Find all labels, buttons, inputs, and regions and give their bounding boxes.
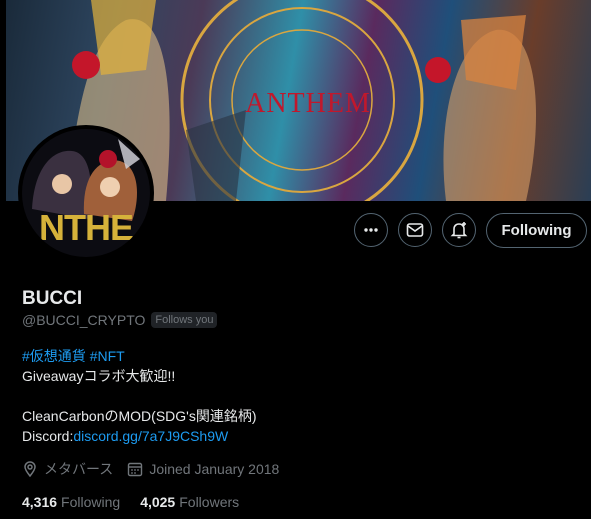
location-pin-icon [24, 461, 36, 477]
followers-count: 4,025 [140, 494, 176, 510]
bio-hashtags-line: #仮想通貨 #NFT [22, 346, 257, 366]
profile-bio: #仮想通貨 #NFT Giveawayコラボ大歓迎!! CleanCarbonの… [22, 346, 257, 446]
discord-label: Discord: [22, 428, 74, 444]
followers-stat[interactable]: 4,025 Followers [140, 494, 239, 510]
follows-you-badge: Follows you [151, 312, 218, 328]
following-stat[interactable]: 4,316 Following [22, 494, 120, 510]
profile-meta: メタバース Joined January 2018 [22, 459, 279, 479]
calendar-icon [128, 462, 143, 477]
display-name: BUCCI [22, 288, 83, 309]
handle-row: @BUCCI_CRYPTO Follows you [22, 312, 218, 328]
avatar-logo-text: NTHE [39, 207, 134, 248]
bell-plus-icon [450, 222, 468, 239]
banner-title: ANTHEM [245, 88, 371, 119]
bio-discord-line: Discord:discord.gg/7a7J9CSh9W [22, 426, 257, 446]
hashtag-link[interactable]: #仮想通貨 [22, 348, 86, 364]
bio-line: CleanCarbonのMOD(SDG's関連銘柄) [22, 408, 257, 424]
bio-spacer [22, 386, 257, 406]
following-stat-label: Following [61, 494, 121, 510]
more-horizontal-icon [364, 228, 378, 232]
notifications-button[interactable] [442, 213, 476, 247]
bio-line: Giveawayコラボ大歓迎!! [22, 368, 176, 384]
username: @BUCCI_CRYPTO [22, 312, 146, 328]
location-text: メタバース [44, 461, 114, 477]
following-count: 4,316 [22, 494, 58, 510]
more-button[interactable] [354, 213, 388, 247]
envelope-icon [406, 223, 424, 237]
following-button[interactable]: Following [486, 213, 587, 248]
avatar[interactable]: NTHE [22, 129, 150, 257]
joined-text: Joined January 2018 [149, 461, 280, 477]
follow-stats: 4,316 Following 4,025 Followers [22, 494, 239, 510]
location-item: メタバース [22, 459, 113, 479]
joined-item: Joined January 2018 [127, 461, 279, 477]
followers-stat-label: Followers [179, 494, 240, 510]
discord-link[interactable]: discord.gg/7a7J9CSh9W [73, 428, 228, 444]
hashtag-link[interactable]: #NFT [90, 348, 125, 364]
message-button[interactable] [398, 213, 432, 247]
